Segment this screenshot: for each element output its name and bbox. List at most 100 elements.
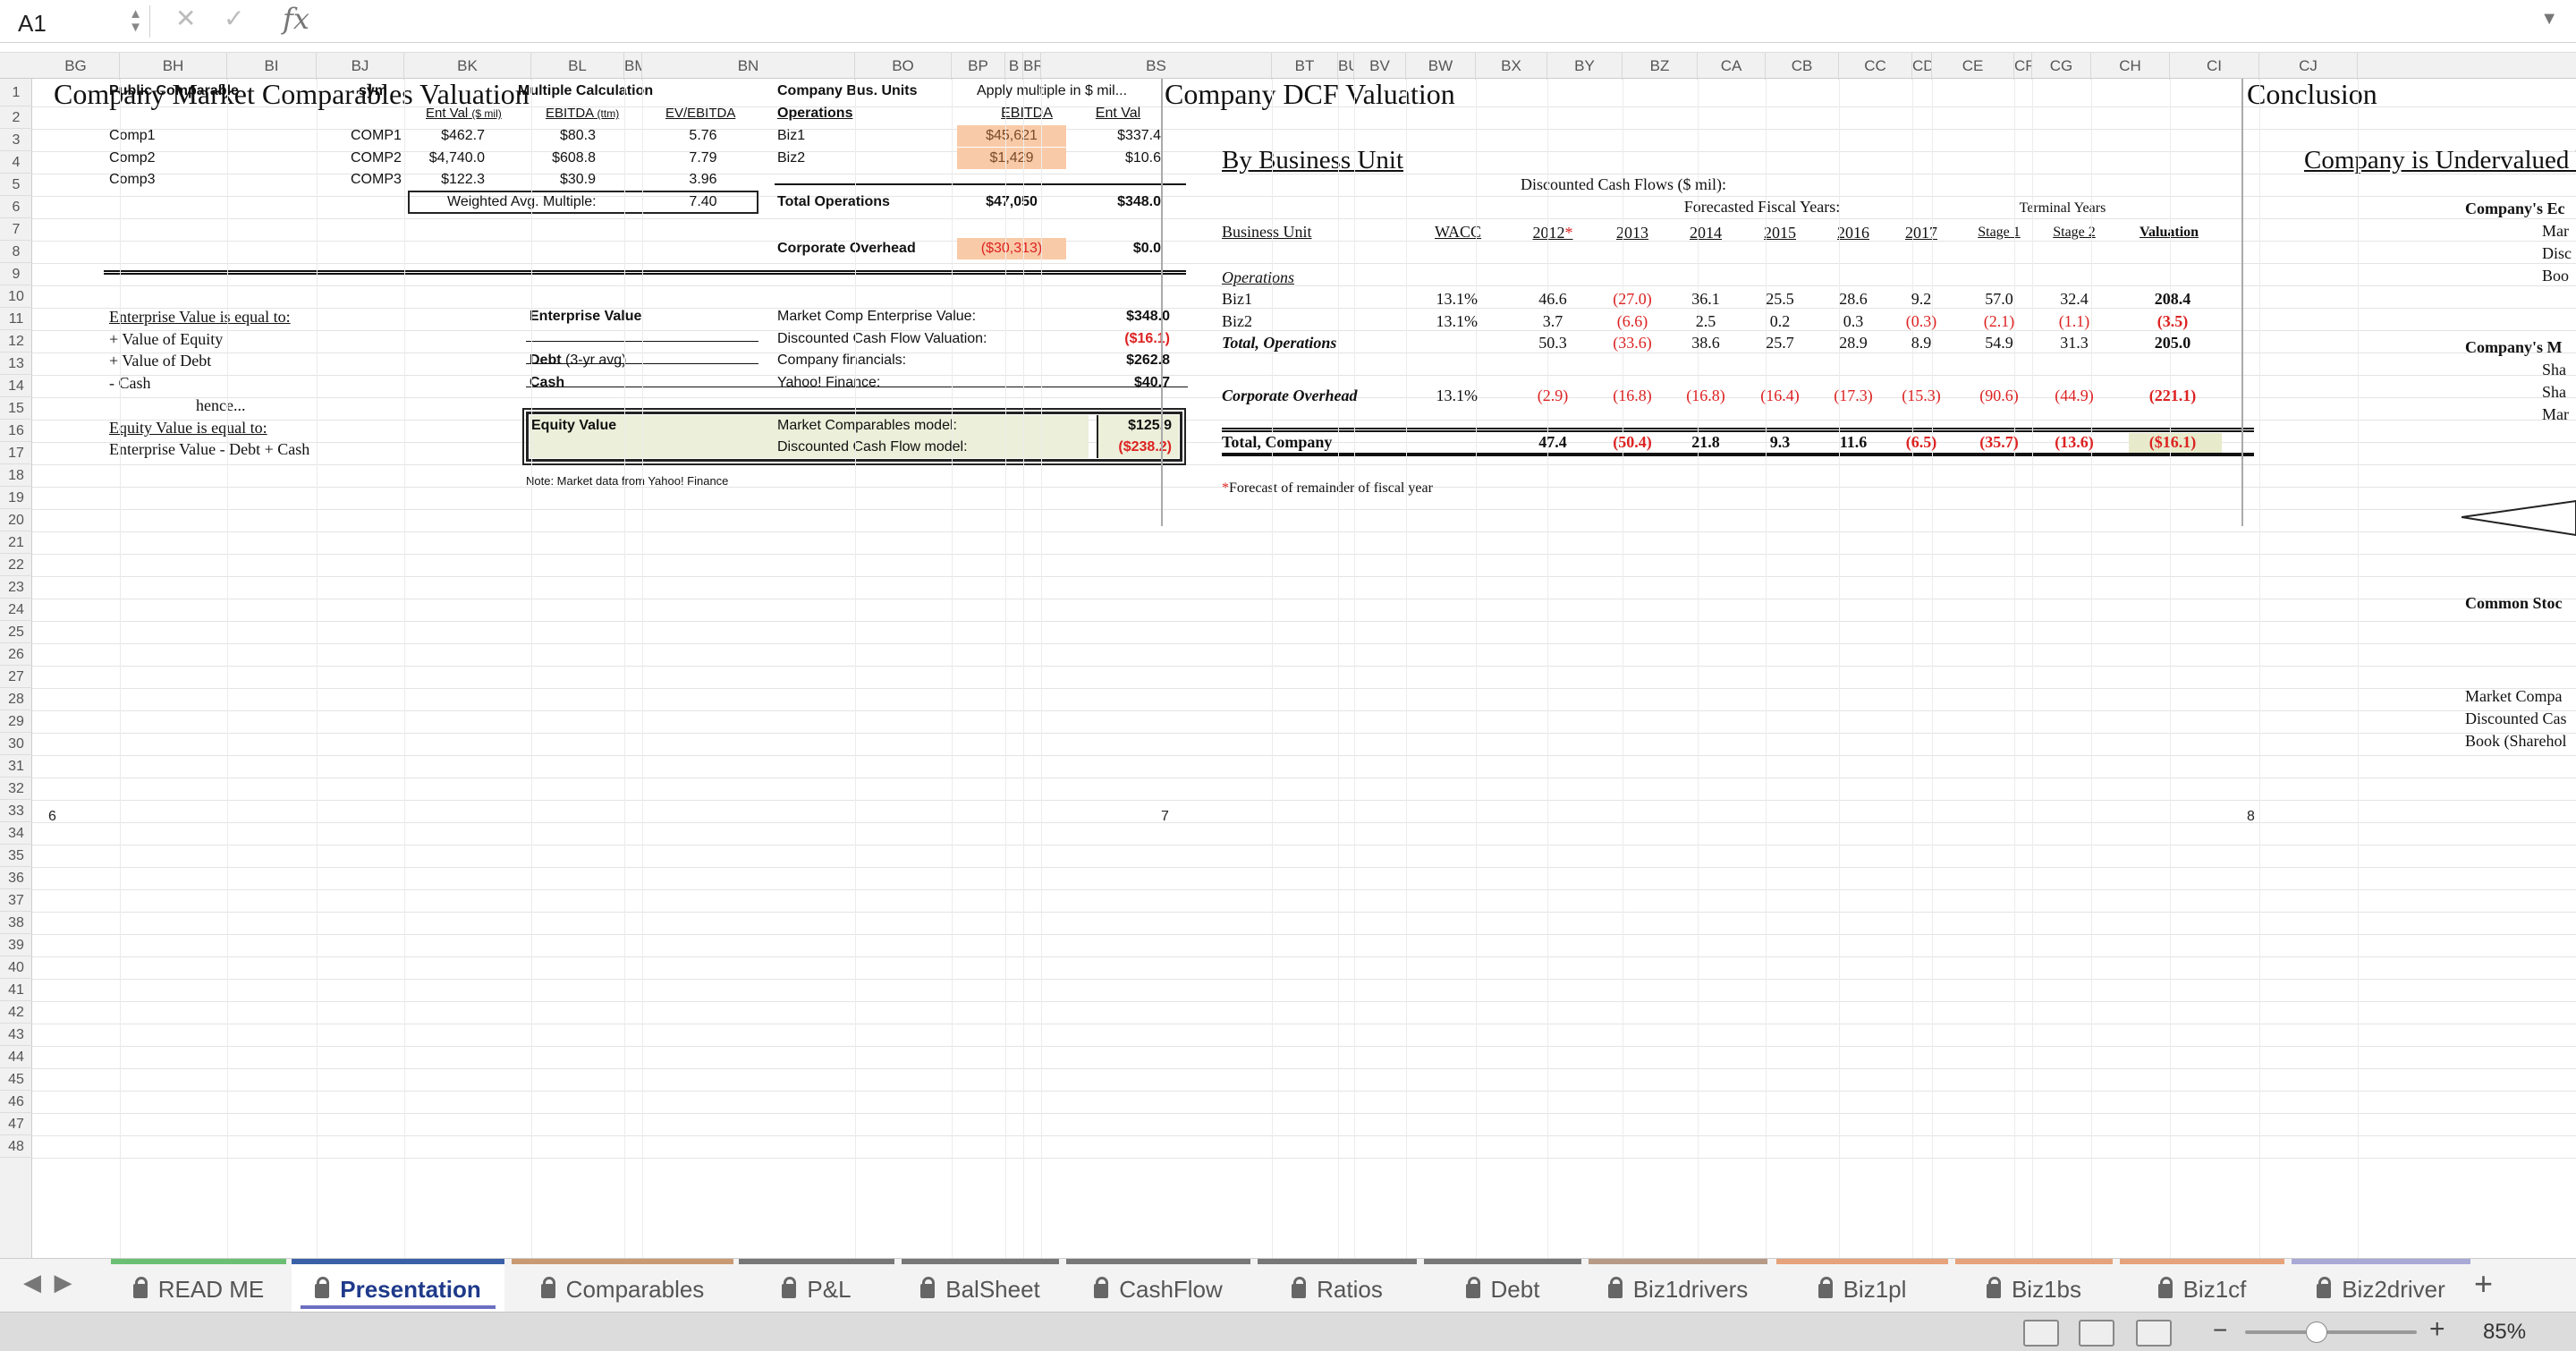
- row-header[interactable]: 48: [0, 1135, 32, 1158]
- function-icon[interactable]: fx: [283, 2, 309, 36]
- column-header[interactable]: BU: [1338, 53, 1354, 80]
- row-header[interactable]: 24: [0, 599, 32, 621]
- sheet-tab[interactable]: READ ME: [111, 1259, 286, 1313]
- row-header[interactable]: 1: [0, 79, 32, 106]
- row-header[interactable]: 37: [0, 889, 32, 912]
- zoom-slider-thumb[interactable]: [2306, 1321, 2327, 1343]
- row-header[interactable]: 25: [0, 621, 32, 643]
- sheet-tab[interactable]: Presentation: [292, 1259, 504, 1313]
- sheet-tab[interactable]: Biz2driver: [2292, 1259, 2470, 1313]
- column-header[interactable]: BJ: [317, 53, 404, 80]
- normal-view-icon[interactable]: [2023, 1320, 2059, 1347]
- column-header[interactable]: CG: [2032, 53, 2091, 80]
- column-header[interactable]: CI: [2170, 53, 2259, 80]
- cancel-icon[interactable]: ✕: [175, 4, 196, 33]
- row-header[interactable]: 40: [0, 956, 32, 979]
- row-header[interactable]: 26: [0, 643, 32, 666]
- column-header[interactable]: BG: [32, 53, 120, 80]
- sheet-tab[interactable]: Debt: [1424, 1259, 1581, 1313]
- row-header[interactable]: 21: [0, 531, 32, 554]
- column-header[interactable]: CJ: [2259, 53, 2358, 80]
- zoom-in-icon[interactable]: +: [2429, 1314, 2445, 1345]
- sheet-tab[interactable]: Comparables: [512, 1259, 733, 1313]
- column-header[interactable]: CA: [1698, 53, 1766, 80]
- formula-input[interactable]: [326, 5, 2526, 38]
- row-header[interactable]: 41: [0, 979, 32, 1001]
- column-header[interactable]: BV: [1354, 53, 1406, 80]
- sheet-tab[interactable]: BalSheet: [902, 1259, 1059, 1313]
- name-box[interactable]: A1 ▲ ▼: [9, 5, 150, 38]
- row-header[interactable]: 12: [0, 330, 32, 353]
- column-header[interactable]: BI: [227, 53, 317, 80]
- column-header[interactable]: BN: [642, 53, 855, 80]
- column-header[interactable]: BW: [1406, 53, 1476, 80]
- column-header[interactable]: CE: [1932, 53, 2014, 80]
- column-header[interactable]: CC: [1839, 53, 1912, 80]
- row-header[interactable]: 45: [0, 1068, 32, 1091]
- row-header[interactable]: 36: [0, 867, 32, 889]
- row-header[interactable]: 28: [0, 688, 32, 710]
- row-header[interactable]: 29: [0, 710, 32, 733]
- row-header[interactable]: 20: [0, 509, 32, 531]
- sheet-tab[interactable]: Biz1bs: [1955, 1259, 2113, 1313]
- row-header[interactable]: 8: [0, 241, 32, 263]
- column-header[interactable]: BO: [855, 53, 952, 80]
- row-header[interactable]: 38: [0, 912, 32, 934]
- sheet-tab[interactable]: Biz1pl: [1776, 1259, 1948, 1313]
- row-header[interactable]: 43: [0, 1024, 32, 1046]
- column-header[interactable]: CB: [1766, 53, 1839, 80]
- row-header[interactable]: 30: [0, 733, 32, 755]
- formula-bar-expand-icon[interactable]: ▼: [2540, 9, 2558, 30]
- prev-sheet-icon[interactable]: ◀: [23, 1269, 41, 1296]
- row-header[interactable]: 47: [0, 1113, 32, 1135]
- column-header[interactable]: B: [1005, 53, 1023, 80]
- column-header[interactable]: CD: [1912, 53, 1932, 80]
- column-header[interactable]: BM: [624, 53, 642, 80]
- row-header[interactable]: 13: [0, 353, 32, 375]
- sheet-tab[interactable]: P&L: [739, 1259, 894, 1313]
- row-header[interactable]: 3: [0, 129, 32, 151]
- row-header[interactable]: 16: [0, 420, 32, 442]
- sheet-tab[interactable]: CashFlow: [1066, 1259, 1250, 1313]
- row-header[interactable]: 27: [0, 666, 32, 688]
- row-header[interactable]: 15: [0, 397, 32, 420]
- row-header[interactable]: 14: [0, 375, 32, 397]
- confirm-icon[interactable]: ✓: [224, 4, 244, 33]
- row-header[interactable]: 2: [0, 106, 32, 129]
- column-header[interactable]: BS: [1041, 53, 1272, 80]
- corp-overhead-ebitda-input[interactable]: ($30,313): [957, 238, 1066, 259]
- column-header[interactable]: BY: [1547, 53, 1623, 80]
- row-header[interactable]: 39: [0, 934, 32, 956]
- column-header[interactable]: BT: [1272, 53, 1338, 80]
- row-header[interactable]: 11: [0, 308, 32, 330]
- row-header[interactable]: 31: [0, 755, 32, 777]
- sheet-grid[interactable]: Company Market Comparables Valuation Pub…: [32, 79, 2576, 1258]
- bu-ebitda-input[interactable]: $1,429: [957, 148, 1066, 169]
- row-header[interactable]: 32: [0, 777, 32, 800]
- column-header[interactable]: BR: [1023, 53, 1041, 80]
- row-header[interactable]: 42: [0, 1001, 32, 1024]
- row-header[interactable]: 19: [0, 487, 32, 509]
- column-header[interactable]: CH: [2091, 53, 2170, 80]
- page-break-view-icon[interactable]: [2136, 1320, 2172, 1347]
- row-header[interactable]: 44: [0, 1046, 32, 1068]
- row-header[interactable]: 23: [0, 576, 32, 599]
- sheet-tab[interactable]: Ratios: [1258, 1259, 1417, 1313]
- sheet-tab[interactable]: Biz1cf: [2120, 1259, 2284, 1313]
- row-header[interactable]: 17: [0, 442, 32, 464]
- next-sheet-icon[interactable]: ▶: [54, 1269, 72, 1296]
- row-header[interactable]: 9: [0, 263, 32, 285]
- name-box-stepper-icon[interactable]: ▲ ▼: [129, 7, 142, 34]
- row-header[interactable]: 18: [0, 464, 32, 487]
- column-header[interactable]: BP: [952, 53, 1005, 80]
- add-sheet-icon[interactable]: +: [2474, 1265, 2493, 1303]
- row-header[interactable]: 7: [0, 218, 32, 241]
- column-header[interactable]: BL: [531, 53, 624, 80]
- row-header[interactable]: 46: [0, 1091, 32, 1113]
- row-header[interactable]: 6: [0, 196, 32, 218]
- zoom-out-icon[interactable]: −: [2213, 1316, 2227, 1345]
- row-header[interactable]: 5: [0, 174, 32, 196]
- row-header[interactable]: 33: [0, 800, 32, 822]
- column-header[interactable]: BX: [1476, 53, 1547, 80]
- row-header[interactable]: 34: [0, 822, 32, 845]
